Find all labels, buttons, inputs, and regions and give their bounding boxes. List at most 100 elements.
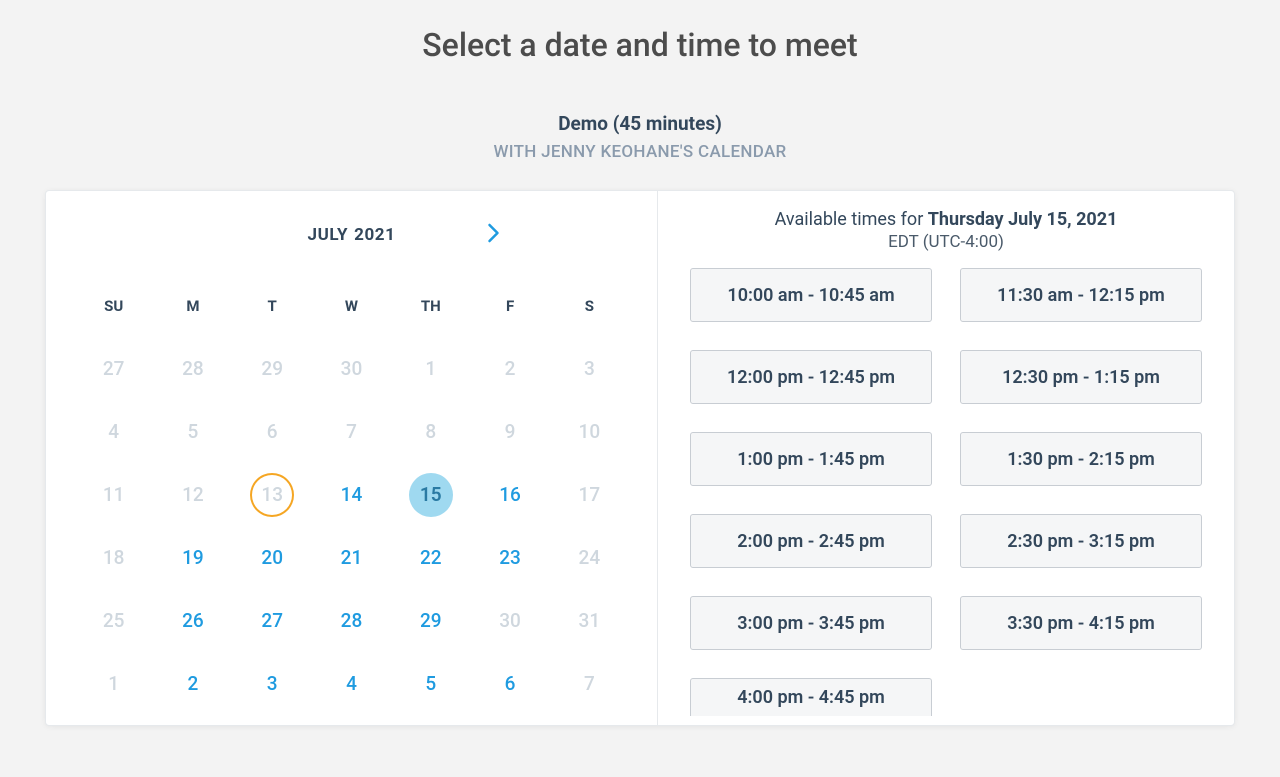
calendar-day[interactable]: 3 [233, 652, 312, 715]
day-number: 4 [92, 410, 136, 454]
calendar: JULY2021 SUMTWTHFS 272829301234567891011… [46, 191, 658, 725]
day-number: 3 [250, 662, 294, 706]
calendar-day[interactable]: 29 [391, 589, 470, 652]
meeting-type: Demo (45 minutes) [0, 112, 1280, 135]
calendar-day: 1 [74, 652, 153, 715]
day-number: 7 [567, 662, 611, 706]
calendar-day: 12 [153, 463, 232, 526]
day-number: 11 [92, 473, 136, 517]
day-number: 23 [488, 536, 532, 580]
page-title: Select a date and time to meet [0, 26, 1280, 64]
day-number: 8 [409, 410, 453, 454]
calendar-day: 29 [233, 337, 312, 400]
calendar-day: 2 [470, 337, 549, 400]
calendar-day[interactable]: 20 [233, 526, 312, 589]
day-number: 2 [488, 347, 532, 391]
day-number: 30 [329, 347, 373, 391]
calendar-day: 3 [550, 337, 629, 400]
day-number: 18 [92, 536, 136, 580]
time-slot[interactable]: 2:30 pm - 3:15 pm [960, 514, 1202, 568]
weekday-header: TH [391, 277, 470, 337]
month-label: JULY [307, 225, 348, 245]
calendar-day: 11 [74, 463, 153, 526]
calendar-day[interactable]: 26 [153, 589, 232, 652]
calendar-day[interactable]: 14 [312, 463, 391, 526]
day-number: 7 [329, 410, 373, 454]
calendar-day: 27 [74, 337, 153, 400]
with-calendar-label: WITH JENNY KEOHANE'S CALENDAR [0, 142, 1280, 162]
day-number: 31 [567, 599, 611, 643]
time-slot[interactable]: 12:30 pm - 1:15 pm [960, 350, 1202, 404]
day-number: 6 [488, 662, 532, 706]
calendar-day: 24 [550, 526, 629, 589]
calendar-day: 25 [74, 589, 153, 652]
scheduler-panel: JULY2021 SUMTWTHFS 272829301234567891011… [45, 190, 1235, 726]
day-number: 12 [171, 473, 215, 517]
day-number: 28 [329, 599, 373, 643]
day-number: 4 [329, 662, 373, 706]
weekday-header: S [550, 277, 629, 337]
day-number: 24 [567, 536, 611, 580]
day-number: 6 [250, 410, 294, 454]
day-number: 20 [250, 536, 294, 580]
time-slot[interactable]: 11:30 am - 12:15 pm [960, 268, 1202, 322]
calendar-day: 28 [153, 337, 232, 400]
time-slot[interactable]: 3:00 pm - 3:45 pm [690, 596, 932, 650]
day-number: 26 [171, 599, 215, 643]
weekday-header: T [233, 277, 312, 337]
calendar-day[interactable]: 16 [470, 463, 549, 526]
calendar-day[interactable]: 19 [153, 526, 232, 589]
calendar-day: 6 [233, 400, 312, 463]
day-number: 3 [567, 347, 611, 391]
calendar-day: 17 [550, 463, 629, 526]
day-number: 28 [171, 347, 215, 391]
time-slot[interactable]: 1:00 pm - 1:45 pm [690, 432, 932, 486]
calendar-day: 7 [312, 400, 391, 463]
time-slot[interactable]: 12:00 pm - 12:45 pm [690, 350, 932, 404]
calendar-day[interactable]: 4 [312, 652, 391, 715]
calendar-day: 13 [233, 463, 312, 526]
day-number: 9 [488, 410, 532, 454]
calendar-day: 30 [312, 337, 391, 400]
weekday-header: SU [74, 277, 153, 337]
year-label: 2021 [354, 225, 395, 245]
chevron-right-icon [487, 223, 500, 247]
times-header: Available times for Thursday July 15, 20… [690, 209, 1202, 230]
time-slot[interactable]: 3:30 pm - 4:15 pm [960, 596, 1202, 650]
calendar-day[interactable]: 27 [233, 589, 312, 652]
calendar-day: 18 [74, 526, 153, 589]
calendar-day: 7 [550, 652, 629, 715]
time-slot[interactable]: 4:00 pm - 4:45 pm [690, 678, 932, 716]
calendar-day[interactable]: 2 [153, 652, 232, 715]
calendar-day: 10 [550, 400, 629, 463]
day-number: 25 [92, 599, 136, 643]
weekday-header: F [470, 277, 549, 337]
calendar-day: 5 [153, 400, 232, 463]
calendar-day: 9 [470, 400, 549, 463]
day-number: 5 [171, 410, 215, 454]
day-number: 22 [409, 536, 453, 580]
calendar-day[interactable]: 22 [391, 526, 470, 589]
calendar-day[interactable]: 21 [312, 526, 391, 589]
calendar-day[interactable]: 23 [470, 526, 549, 589]
day-number: 10 [567, 410, 611, 454]
calendar-day[interactable]: 6 [470, 652, 549, 715]
next-month-button[interactable] [479, 221, 507, 249]
month-year-label: JULY 2021 [307, 225, 395, 245]
calendar-day: 8 [391, 400, 470, 463]
calendar-day[interactable]: 15 [391, 463, 470, 526]
day-number: 27 [250, 599, 294, 643]
day-number: 13 [250, 473, 294, 517]
calendar-day[interactable]: 5 [391, 652, 470, 715]
day-number: 1 [409, 347, 453, 391]
time-slot[interactable]: 2:00 pm - 2:45 pm [690, 514, 932, 568]
time-slot[interactable]: 10:00 am - 10:45 am [690, 268, 932, 322]
calendar-day: 1 [391, 337, 470, 400]
calendar-day[interactable]: 28 [312, 589, 391, 652]
time-slot[interactable]: 1:30 pm - 2:15 pm [960, 432, 1202, 486]
weekday-header: W [312, 277, 391, 337]
day-number: 29 [409, 599, 453, 643]
times-header-date: Thursday July 15, 2021 [928, 209, 1118, 230]
calendar-day: 4 [74, 400, 153, 463]
timezone-label: EDT (UTC-4:00) [690, 232, 1202, 252]
